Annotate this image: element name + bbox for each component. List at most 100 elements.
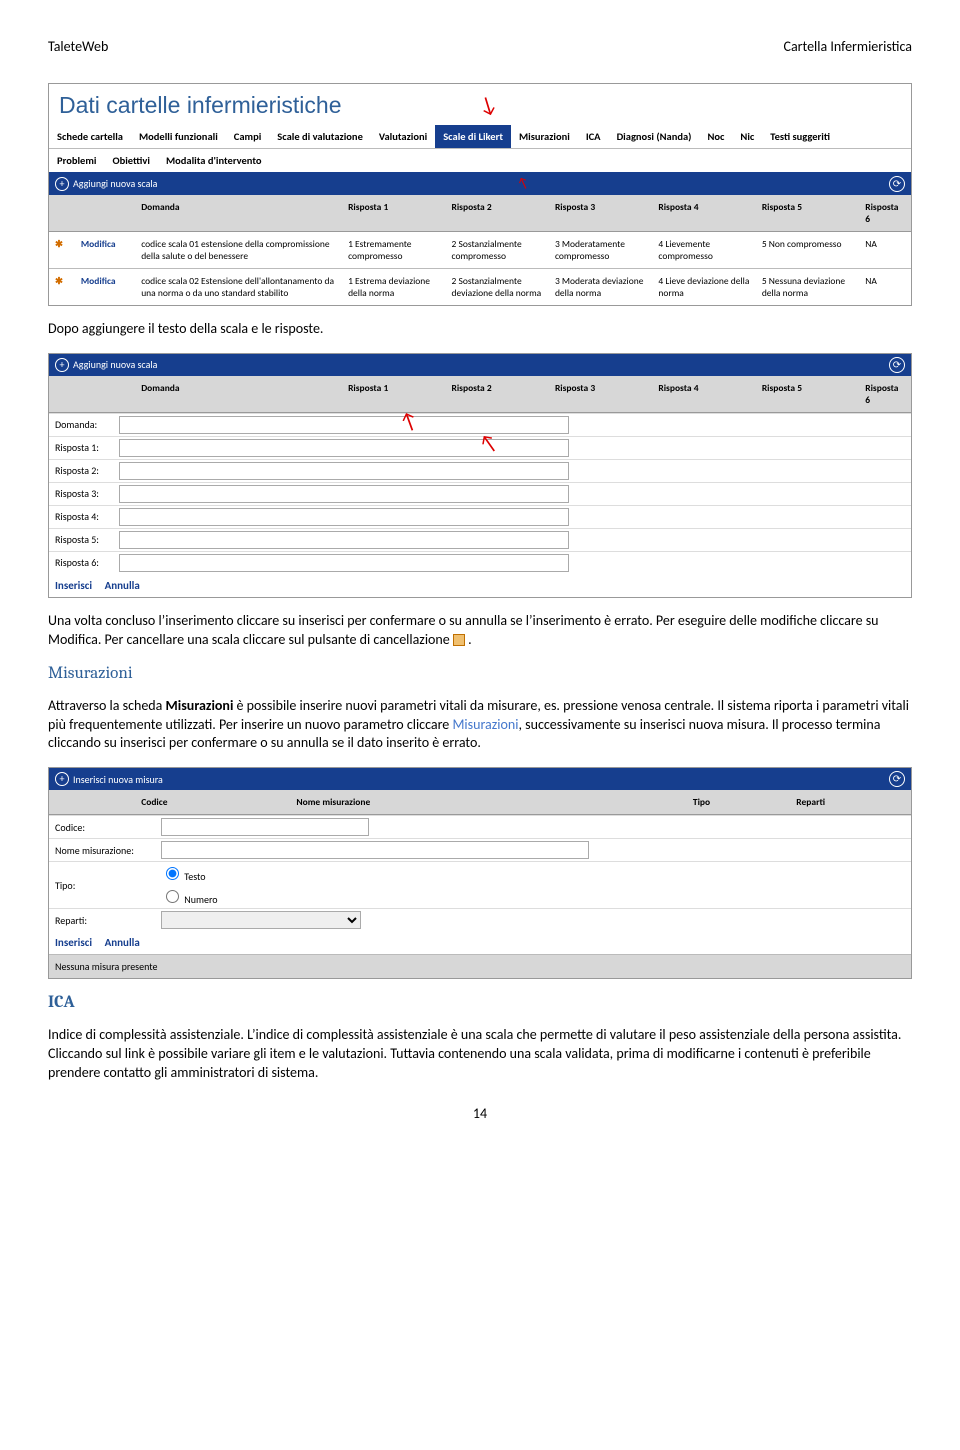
field-input[interactable] [119,416,569,434]
col-header [75,376,135,413]
col-header: Domanda [135,376,342,413]
form-row: Risposta 2: [49,459,911,482]
field-label: Risposta 1: [55,441,113,454]
empty-message: Nessuna misura presente [49,954,911,978]
tab-problemi[interactable]: Problemi [49,149,104,172]
tab-nic[interactable]: Nic [732,125,762,148]
label-codice: Codice: [55,821,155,834]
form-row: Risposta 5: [49,528,911,551]
field-label: Domanda: [55,418,113,431]
page-number: 14 [48,1105,912,1122]
field-label: Risposta 3: [55,487,113,500]
cancel-button[interactable]: Annulla [105,579,140,592]
refresh-icon[interactable]: ⟳ [889,357,905,373]
add-scale-button[interactable]: + Aggiungi nuova scala [55,358,157,372]
radio-numero[interactable]: Numero [161,887,261,906]
tab-ica[interactable]: ICA [578,125,609,148]
col-header: Tipo [687,790,790,815]
col-header: Risposta 1 [342,195,445,232]
add-scale-label: Aggiungi nuova scala [73,358,157,371]
tab-obiettivi[interactable]: Obiettivi [104,149,157,172]
form-actions: Inserisci Annulla [49,574,911,597]
col-header: Codice [135,790,290,815]
insert-button[interactable]: Inserisci [55,579,92,592]
field-label: Risposta 5: [55,533,113,546]
form-row: Risposta 6: [49,551,911,574]
field-input[interactable] [119,485,569,503]
form-row: Risposta 4: [49,505,911,528]
delete-icon[interactable]: ✱ [55,275,63,287]
table-row: ✱Modificacodice scala 02 Estensione dell… [49,269,911,306]
tab-scale-di-likert[interactable]: Scale di Likert [435,125,511,148]
label-nome: Nome misurazione: [55,844,155,857]
table-row: ✱Modificacodice scala 01 estensione dell… [49,232,911,269]
col-header: Reparti [790,790,911,815]
addbar: + Inserisci nuova misura ⟳ [49,768,911,790]
panel-misurazioni: + Inserisci nuova misura ⟳ Codice Nome mi… [48,767,912,979]
delete-icon [453,634,465,646]
form-row: Risposta 3: [49,482,911,505]
radio-testo-input[interactable] [166,867,179,880]
panel-new-scale: + Aggiungi nuova scala ⟳ DomandaRisposta… [48,353,912,598]
field-label: Risposta 4: [55,510,113,523]
field-input[interactable] [119,462,569,480]
tab-noc[interactable]: Noc [699,125,732,148]
modify-link[interactable]: Modifica [81,275,116,287]
panel-likert: ↘ Dati cartelle infermieristiche Schede … [48,83,912,306]
col-header: Domanda [135,195,342,232]
tab-campi[interactable]: Campi [226,125,270,148]
form-actions: Inserisci Annulla [49,931,911,954]
field-input[interactable] [119,439,569,457]
plus-icon: + [55,772,69,786]
col-header: Risposta 5 [756,195,859,232]
col-header: Risposta 2 [446,195,549,232]
refresh-icon[interactable]: ⟳ [889,176,905,192]
plus-icon: + [55,177,69,191]
tab-modelli-funzionali[interactable]: Modelli funzionali [131,125,226,148]
paragraph: Dopo aggiungere il testo della scala e l… [48,320,912,339]
refresh-icon[interactable]: ⟳ [889,771,905,787]
plus-icon: + [55,358,69,372]
reparti-select[interactable] [161,911,361,929]
col-header: Risposta 4 [652,195,755,232]
paragraph: Una volta concluso l’inserimento cliccar… [48,612,912,650]
tabbar: Schede cartellaModelli funzionaliCampiSc… [49,125,911,149]
tab-testi-suggeriti[interactable]: Testi suggeriti [762,125,838,148]
field-input[interactable] [119,508,569,526]
add-measure-button[interactable]: + Inserisci nuova misura [55,772,163,786]
radio-numero-input[interactable] [166,890,179,903]
link-misurazioni[interactable]: Misurazioni [452,716,518,733]
tab-misurazioni[interactable]: Misurazioni [511,125,578,148]
tab-diagnosi-nanda-[interactable]: Diagnosi (Nanda) [609,125,700,148]
label-tipo: Tipo: [55,879,155,892]
add-scale-button[interactable]: + Aggiungi nuova scala [55,177,157,191]
field-label: Risposta 6: [55,556,113,569]
field-label: Risposta 2: [55,464,113,477]
insert-button[interactable]: Inserisci [55,936,92,949]
row-reparti: Reparti: [49,908,911,931]
col-header: Risposta 3 [549,195,652,232]
row-tipo: Tipo: Testo Numero [49,861,911,908]
delete-icon[interactable]: ✱ [55,238,63,250]
nome-input[interactable] [161,841,589,859]
row-codice: Codice: [49,815,911,838]
codice-input[interactable] [161,818,369,836]
field-input[interactable] [119,554,569,572]
panel-title: Dati cartelle infermieristiche [49,84,911,125]
paragraph: Attraverso la scheda Misurazioni è possi… [48,697,912,754]
form-row: Risposta 1: [49,436,911,459]
annotation-arrow-icon: ↘ [515,173,532,193]
modify-link[interactable]: Modifica [81,238,116,250]
tab-schede-cartella[interactable]: Schede cartella [49,125,131,148]
addbar: + Aggiungi nuova scala ↘ ⟳ [49,172,911,195]
addbar: + Aggiungi nuova scala ⟳ [49,354,911,376]
col-header: Risposta 6 [859,195,911,232]
radio-testo[interactable]: Testo [161,864,261,883]
cancel-button[interactable]: Annulla [105,936,140,949]
tab-modalita-d-intervento[interactable]: Modalita d'intervento [158,149,270,172]
field-input[interactable] [119,531,569,549]
scale-header-table: DomandaRisposta 1Risposta 2Risposta 3Ris… [49,376,911,413]
tab-scale-di-valutazione[interactable]: Scale di valutazione [269,125,371,148]
tab-valutazioni[interactable]: Valutazioni [371,125,435,148]
row-nome: Nome misurazione: [49,838,911,861]
